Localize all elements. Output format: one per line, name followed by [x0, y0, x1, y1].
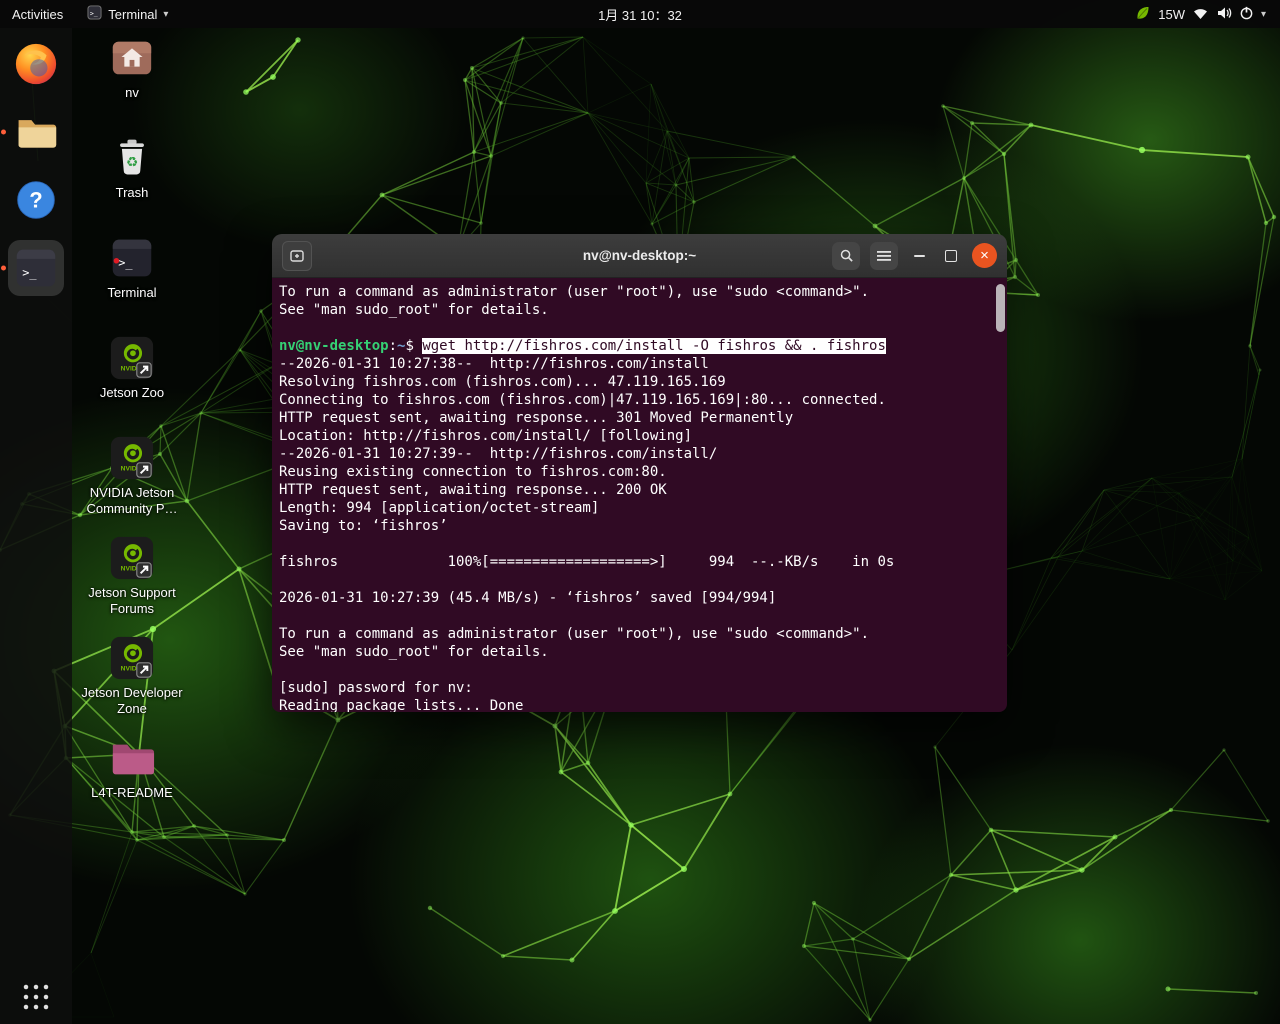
desktop-icon-label: Terminal — [107, 285, 156, 301]
terminal-line: nv@nv-desktop:~$ wget http://fishros.com… — [279, 337, 991, 355]
desktop-icon-label: L4T-README — [91, 785, 173, 801]
search-button[interactable] — [832, 242, 860, 270]
terminal-titlebar[interactable]: nv@nv-desktop:~ × — [272, 234, 1007, 278]
terminal-line: Resolving fishros.com (fishros.com)... 4… — [279, 373, 991, 391]
activities-button[interactable]: Activities — [0, 0, 75, 28]
top-bar: Activities >_ Terminal ▾ 1月 31 10：32 15W — [0, 0, 1280, 28]
terminal-line — [279, 535, 991, 553]
trash-icon: ♻ — [110, 136, 154, 180]
terminal-line — [279, 319, 991, 337]
power-icon — [1239, 5, 1254, 23]
desktop-icon-nv[interactable]: nv — [80, 34, 184, 101]
svg-text:>_: >_ — [90, 9, 98, 17]
terminal-line: See "man sudo_root" for details. — [279, 643, 991, 661]
focused-app-label: Terminal — [108, 7, 157, 22]
terminal-line: --2026-01-31 10:27:38-- http://fishros.c… — [279, 355, 991, 373]
desktop-icon-jetson-zoo[interactable]: NVIDIA Jetson Zoo — [80, 334, 184, 401]
desktop-icon-nvidia-jetson-community-p[interactable]: NVIDIA NVIDIA Jetson Community P… — [80, 434, 184, 517]
terminal-line: 2026-01-31 10:27:39 (45.4 MB/s) - ‘fishr… — [279, 589, 991, 607]
new-tab-button[interactable] — [282, 241, 312, 271]
terminal-line: --2026-01-31 10:27:39-- http://fishros.c… — [279, 445, 991, 463]
desktop-icon-terminal[interactable]: >_ Terminal — [80, 234, 184, 301]
nvidia-link-icon: NVIDIA — [109, 435, 155, 481]
terminal-line: To run a command as administrator (user … — [279, 283, 991, 301]
terminal-line — [279, 661, 991, 679]
terminal-line — [279, 607, 991, 625]
terminal-icon: >_ — [14, 246, 58, 290]
terminal-line: Location: http://fishros.com/install/ [f… — [279, 427, 991, 445]
desktop-icon-label: Jetson Developer Zone — [80, 685, 184, 717]
desktop-icon-label: Trash — [116, 185, 149, 201]
chevron-down-icon: ▾ — [1261, 9, 1266, 20]
svg-text:?: ? — [29, 187, 42, 212]
svg-text:>_: >_ — [118, 255, 133, 269]
files-icon — [14, 110, 58, 154]
app-grid-icon — [21, 982, 51, 1012]
hamburger-menu-icon — [877, 250, 891, 262]
desktop-icon-label: Jetson Zoo — [100, 385, 164, 401]
terminal-line — [279, 571, 991, 589]
dock-item-terminal[interactable]: >_ — [8, 240, 64, 296]
terminal-line: HTTP request sent, awaiting response... … — [279, 409, 991, 427]
maximize-icon — [945, 250, 957, 262]
terminal-line: Connecting to fishros.com (fishros.com)|… — [279, 391, 991, 409]
desktop-icon-label: NVIDIA Jetson Community P… — [80, 485, 184, 517]
terminal-line: Length: 994 [application/octet-stream] — [279, 499, 991, 517]
terminal-line: fishros 100%[===================>] 994 -… — [279, 553, 991, 571]
scrollbar-thumb[interactable] — [996, 284, 1005, 332]
desktop-icon-l4t-readme[interactable]: L4T-README — [80, 734, 184, 801]
dock-item-firefox[interactable] — [8, 36, 64, 92]
terminal-line: See "man sudo_root" for details. — [279, 301, 991, 319]
system-status-area[interactable]: 15W ▾ — [1123, 0, 1280, 28]
terminal-line: Reusing existing connection to fishros.c… — [279, 463, 991, 481]
running-indicator — [1, 266, 6, 271]
terminal-line: To run a command as administrator (user … — [279, 625, 991, 643]
clock[interactable]: 1月 31 10：32 — [586, 0, 694, 28]
minimize-icon — [914, 255, 925, 257]
menu-button[interactable] — [870, 242, 898, 270]
desktop-icon-jetson-support-forums[interactable]: NVIDIA Jetson Support Forums — [80, 534, 184, 617]
desktop-icon-jetson-developer-zone[interactable]: NVIDIA Jetson Developer Zone — [80, 634, 184, 717]
desktop-icon-trash[interactable]: ♻ Trash — [80, 134, 184, 201]
focused-app-menu[interactable]: >_ Terminal ▾ — [75, 0, 180, 28]
terminal-window: nv@nv-desktop:~ × To run — [272, 234, 1007, 712]
wifi-icon — [1192, 6, 1209, 23]
chevron-down-icon: ▾ — [163, 9, 168, 20]
help-icon: ? — [14, 178, 58, 222]
folder-icon — [109, 735, 155, 781]
terminal-icon: >_ — [110, 236, 154, 280]
svg-text:♻: ♻ — [126, 154, 138, 170]
nvidia-link-icon: NVIDIA — [109, 335, 155, 381]
terminal-line: HTTP request sent, awaiting response... … — [279, 481, 991, 499]
minimize-button[interactable] — [908, 245, 930, 267]
terminal-output[interactable]: To run a command as administrator (user … — [272, 278, 1007, 712]
home-folder-icon — [109, 35, 155, 81]
desktop-icons: nv♻Trash>_TerminalNVIDIAJetson ZooNVIDIA… — [80, 28, 184, 1024]
dock-item-files[interactable] — [8, 104, 64, 160]
maximize-button[interactable] — [940, 245, 962, 267]
search-icon — [839, 248, 854, 263]
titlebar-controls: × — [832, 242, 997, 270]
terminal-line: Saving to: ‘fishros’ — [279, 517, 991, 535]
power-mode-label: 15W — [1158, 7, 1185, 22]
dock-item-help[interactable]: ? — [8, 172, 64, 228]
terminal-line: [sudo] password for nv: — [279, 679, 991, 697]
terminal-line: Reading package lists... Done — [279, 697, 991, 712]
show-applications-button[interactable] — [0, 982, 72, 1012]
dock: ? >_ — [0, 28, 72, 1024]
desktop: Activities >_ Terminal ▾ 1月 31 10：32 15W — [0, 0, 1280, 1024]
terminal-app-icon: >_ — [87, 5, 102, 23]
power-mode-leaf-icon — [1135, 5, 1151, 24]
nvidia-link-icon: NVIDIA — [109, 635, 155, 681]
new-tab-icon — [289, 248, 305, 264]
firefox-icon — [13, 41, 59, 87]
svg-text:>_: >_ — [22, 265, 37, 279]
nvidia-link-icon: NVIDIA — [109, 535, 155, 581]
desktop-icon-label: nv — [125, 85, 139, 101]
close-icon: × — [980, 248, 989, 263]
close-button[interactable]: × — [972, 243, 997, 268]
running-indicator — [1, 130, 6, 135]
volume-icon — [1216, 6, 1232, 23]
desktop-icon-label: Jetson Support Forums — [80, 585, 184, 617]
